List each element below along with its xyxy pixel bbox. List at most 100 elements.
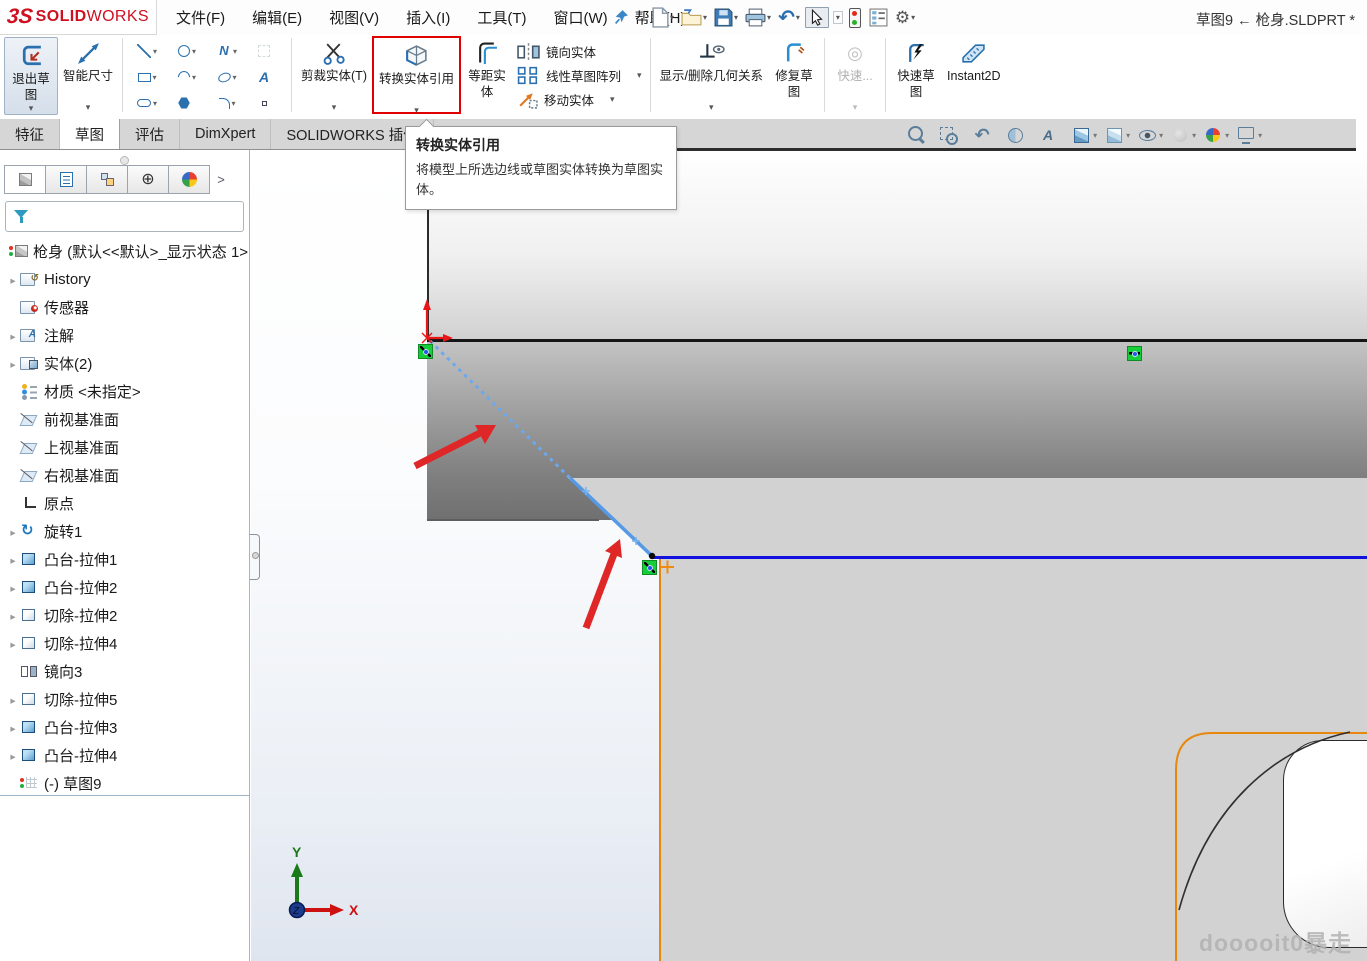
expand-arrow-icon[interactable] [6, 271, 20, 288]
sketch-tool-button[interactable] [207, 38, 247, 64]
select-tool-button[interactable] [805, 7, 829, 28]
linear-sketch-pattern-button[interactable]: 线性草图阵列 [513, 63, 646, 87]
hud-button[interactable] [1202, 124, 1229, 146]
hud-button[interactable] [1004, 124, 1031, 146]
dropdown-caret-icon[interactable] [1225, 131, 1229, 140]
dropdown-caret-icon[interactable]: ▾ [670, 13, 674, 22]
dropdown-caret-icon[interactable] [414, 106, 419, 115]
settings-button[interactable]: ⚙ ▾ [893, 8, 917, 27]
tree-item[interactable]: 切除-拉伸4 [0, 629, 249, 657]
display-delete-relations-button[interactable]: 显示/删除几何关系 [655, 35, 768, 113]
hud-button[interactable] [971, 124, 998, 146]
tree-item[interactable]: 镜向3 [0, 657, 249, 685]
expand-arrow-icon[interactable] [6, 607, 20, 624]
hud-button[interactable] [938, 124, 965, 146]
dropdown-caret-icon[interactable]: ▾ [796, 13, 800, 22]
dropdown-caret-icon[interactable]: ▾ [911, 13, 915, 22]
command-tab[interactable]: 评估 [120, 119, 180, 149]
selected-edge-blue[interactable] [652, 556, 1367, 559]
hud-button[interactable] [1037, 124, 1064, 146]
dropdown-caret-icon[interactable] [1258, 131, 1262, 140]
dropdown-caret-icon[interactable] [709, 103, 714, 112]
hud-button[interactable] [1235, 124, 1262, 146]
sketch-tool-button[interactable] [207, 90, 247, 116]
tree-item[interactable]: 切除-拉伸2 [0, 601, 249, 629]
dropdown-caret-icon[interactable] [1093, 131, 1097, 140]
tree-root-item[interactable]: 枪身 (默认<<默认>_显示状态 1> [0, 237, 249, 265]
hud-button[interactable] [1169, 124, 1196, 146]
panel-expand-chevron-icon[interactable] [210, 165, 232, 194]
smart-dimension-button[interactable]: 智能尺寸 [58, 35, 118, 113]
mirror-entities-button[interactable]: 镜向实体 [513, 39, 646, 63]
dropdown-caret-icon[interactable]: ▾ [703, 13, 707, 22]
tree-item[interactable]: 上视基准面 [0, 433, 249, 461]
open-button[interactable]: ▾ [679, 7, 709, 28]
dropdown-caret-icon[interactable] [1159, 131, 1163, 140]
menu-item[interactable]: 文件(F) [176, 7, 225, 28]
sketch-tool-button[interactable] [127, 64, 167, 90]
exit-sketch-button[interactable]: 退出草图 [4, 37, 58, 115]
sketch-tool-button[interactable] [127, 90, 167, 116]
sketch-orange-edge[interactable] [659, 559, 661, 961]
model-shaded-face[interactable] [427, 342, 1367, 478]
graphics-viewport[interactable]: Z Y X dooooit0暴走 [251, 150, 1367, 961]
command-tab[interactable]: 草图 [60, 119, 120, 149]
expand-arrow-icon[interactable] [6, 523, 20, 540]
dropdown-caret-icon[interactable] [1126, 131, 1130, 140]
menu-item[interactable]: 视图(V) [329, 7, 379, 28]
offset-entities-button[interactable]: 等距实体 [461, 35, 513, 113]
tab-configurations[interactable] [86, 165, 128, 194]
select-tool-dropdown[interactable]: ▾ [833, 11, 843, 24]
tree-item[interactable]: 注解 [0, 321, 249, 349]
move-entities-button[interactable]: 移动实体 [513, 87, 646, 111]
dropdown-caret-icon[interactable]: ▾ [734, 13, 738, 22]
model-vertical-edge[interactable] [427, 196, 429, 340]
model-light-face-lower[interactable] [660, 559, 1367, 961]
sketch-tool-button[interactable] [127, 38, 167, 64]
expand-arrow-icon[interactable] [6, 635, 20, 652]
menu-item[interactable]: 工具(T) [477, 7, 526, 28]
trim-entities-button[interactable]: 剪裁实体(T) [296, 35, 372, 113]
sketch-tool-button[interactable] [167, 90, 207, 116]
dropdown-caret-icon[interactable] [153, 73, 157, 82]
rebuild-traffic-light-icon[interactable] [849, 8, 861, 28]
tree-item[interactable]: 切除-拉伸5 [0, 685, 249, 713]
sketch-tool-button[interactable] [247, 38, 287, 64]
dropdown-caret-icon[interactable] [232, 99, 236, 108]
dropdown-caret-icon[interactable] [153, 47, 157, 56]
new-document-button[interactable]: ▾ [650, 6, 676, 29]
dropdown-caret-icon[interactable] [637, 71, 642, 80]
options-list-button[interactable] [867, 7, 890, 28]
tree-item[interactable]: 凸台-拉伸3 [0, 713, 249, 741]
dropdown-caret-icon[interactable] [192, 47, 196, 56]
tree-filter-box[interactable] [5, 201, 244, 232]
tree-item[interactable]: (-) 草图9 [0, 769, 249, 797]
tree-item[interactable]: 前视基准面 [0, 405, 249, 433]
expand-arrow-icon[interactable] [6, 747, 20, 764]
tab-dimxpert[interactable] [127, 165, 169, 194]
tree-item[interactable]: History [0, 265, 249, 293]
menu-item[interactable]: 插入(I) [406, 7, 450, 28]
tree-item[interactable]: 材质 <未指定> [0, 377, 249, 405]
panel-grip-icon[interactable] [120, 156, 129, 165]
dropdown-caret-icon[interactable] [86, 103, 91, 112]
repair-sketch-button[interactable]: 修复草图 [768, 35, 820, 113]
hud-button[interactable] [1103, 124, 1130, 146]
tab-feature-tree[interactable] [4, 165, 46, 194]
trigger-guard-cutout[interactable] [1283, 740, 1367, 948]
sketch-tool-button[interactable] [247, 90, 287, 116]
expand-arrow-icon[interactable] [6, 719, 20, 736]
convert-entities-button[interactable]: 转换实体引用 [374, 38, 459, 116]
dropdown-caret-icon[interactable] [233, 47, 237, 56]
hud-button[interactable] [1136, 124, 1163, 146]
tree-item[interactable]: 凸台-拉伸1 [0, 545, 249, 573]
dropdown-caret-icon[interactable] [192, 73, 196, 82]
tree-item[interactable]: 右视基准面 [0, 461, 249, 489]
command-tab[interactable]: DimXpert [180, 119, 271, 149]
dropdown-caret-icon[interactable]: ▾ [767, 13, 771, 22]
tree-item[interactable]: 传感器 [0, 293, 249, 321]
dropdown-caret-icon[interactable] [153, 99, 157, 108]
expand-arrow-icon[interactable] [6, 691, 20, 708]
sketch-tool-button[interactable] [167, 38, 207, 64]
model-light-face-upper[interactable] [568, 478, 1367, 559]
